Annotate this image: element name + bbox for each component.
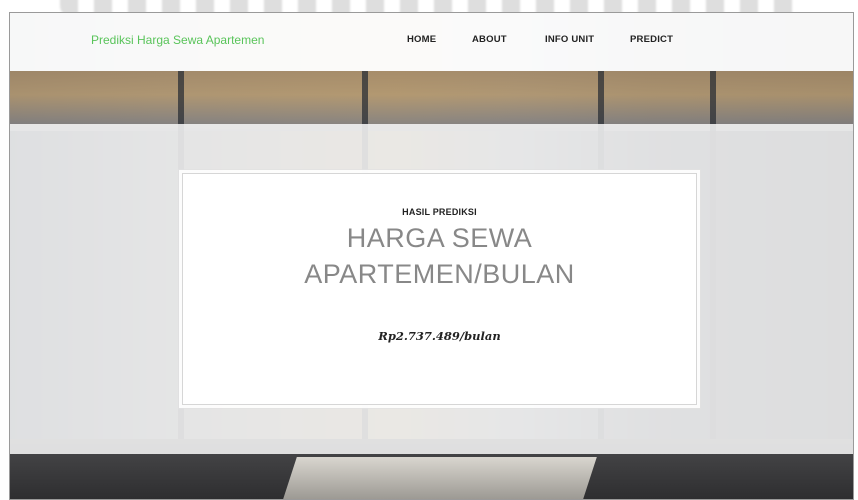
- watermark: [0, 0, 858, 12]
- result-eyebrow: HASIL PREDIKSI: [402, 207, 477, 217]
- nav-about[interactable]: ABOUT: [472, 34, 507, 45]
- page: Prediksi Harga Sewa Apartemen HOME ABOUT…: [0, 0, 858, 500]
- website-viewport: Prediksi Harga Sewa Apartemen HOME ABOUT…: [9, 12, 854, 500]
- headline-line-1: HARGA SEWA: [346, 223, 533, 253]
- brand-link[interactable]: Prediksi Harga Sewa Apartemen: [91, 33, 264, 47]
- window-sky: [10, 71, 853, 131]
- nav-info-unit[interactable]: INFO UNIT: [545, 34, 594, 45]
- prediction-result-card: HASIL PREDIKSI HARGA SEWA APARTEMEN/BULA…: [179, 170, 700, 408]
- nav-home[interactable]: HOME: [407, 34, 436, 45]
- room-sofa: [283, 457, 597, 499]
- nav-predict[interactable]: PREDICT: [630, 34, 673, 45]
- headline-line-2: APARTEMEN/BULAN: [304, 259, 575, 289]
- watermark-logo: [60, 0, 800, 12]
- top-navbar: Prediksi Harga Sewa Apartemen HOME ABOUT…: [10, 13, 853, 71]
- predicted-price: Rp2.737.489/bulan: [378, 329, 501, 343]
- result-headline: HARGA SEWA APARTEMEN/BULAN: [183, 220, 696, 292]
